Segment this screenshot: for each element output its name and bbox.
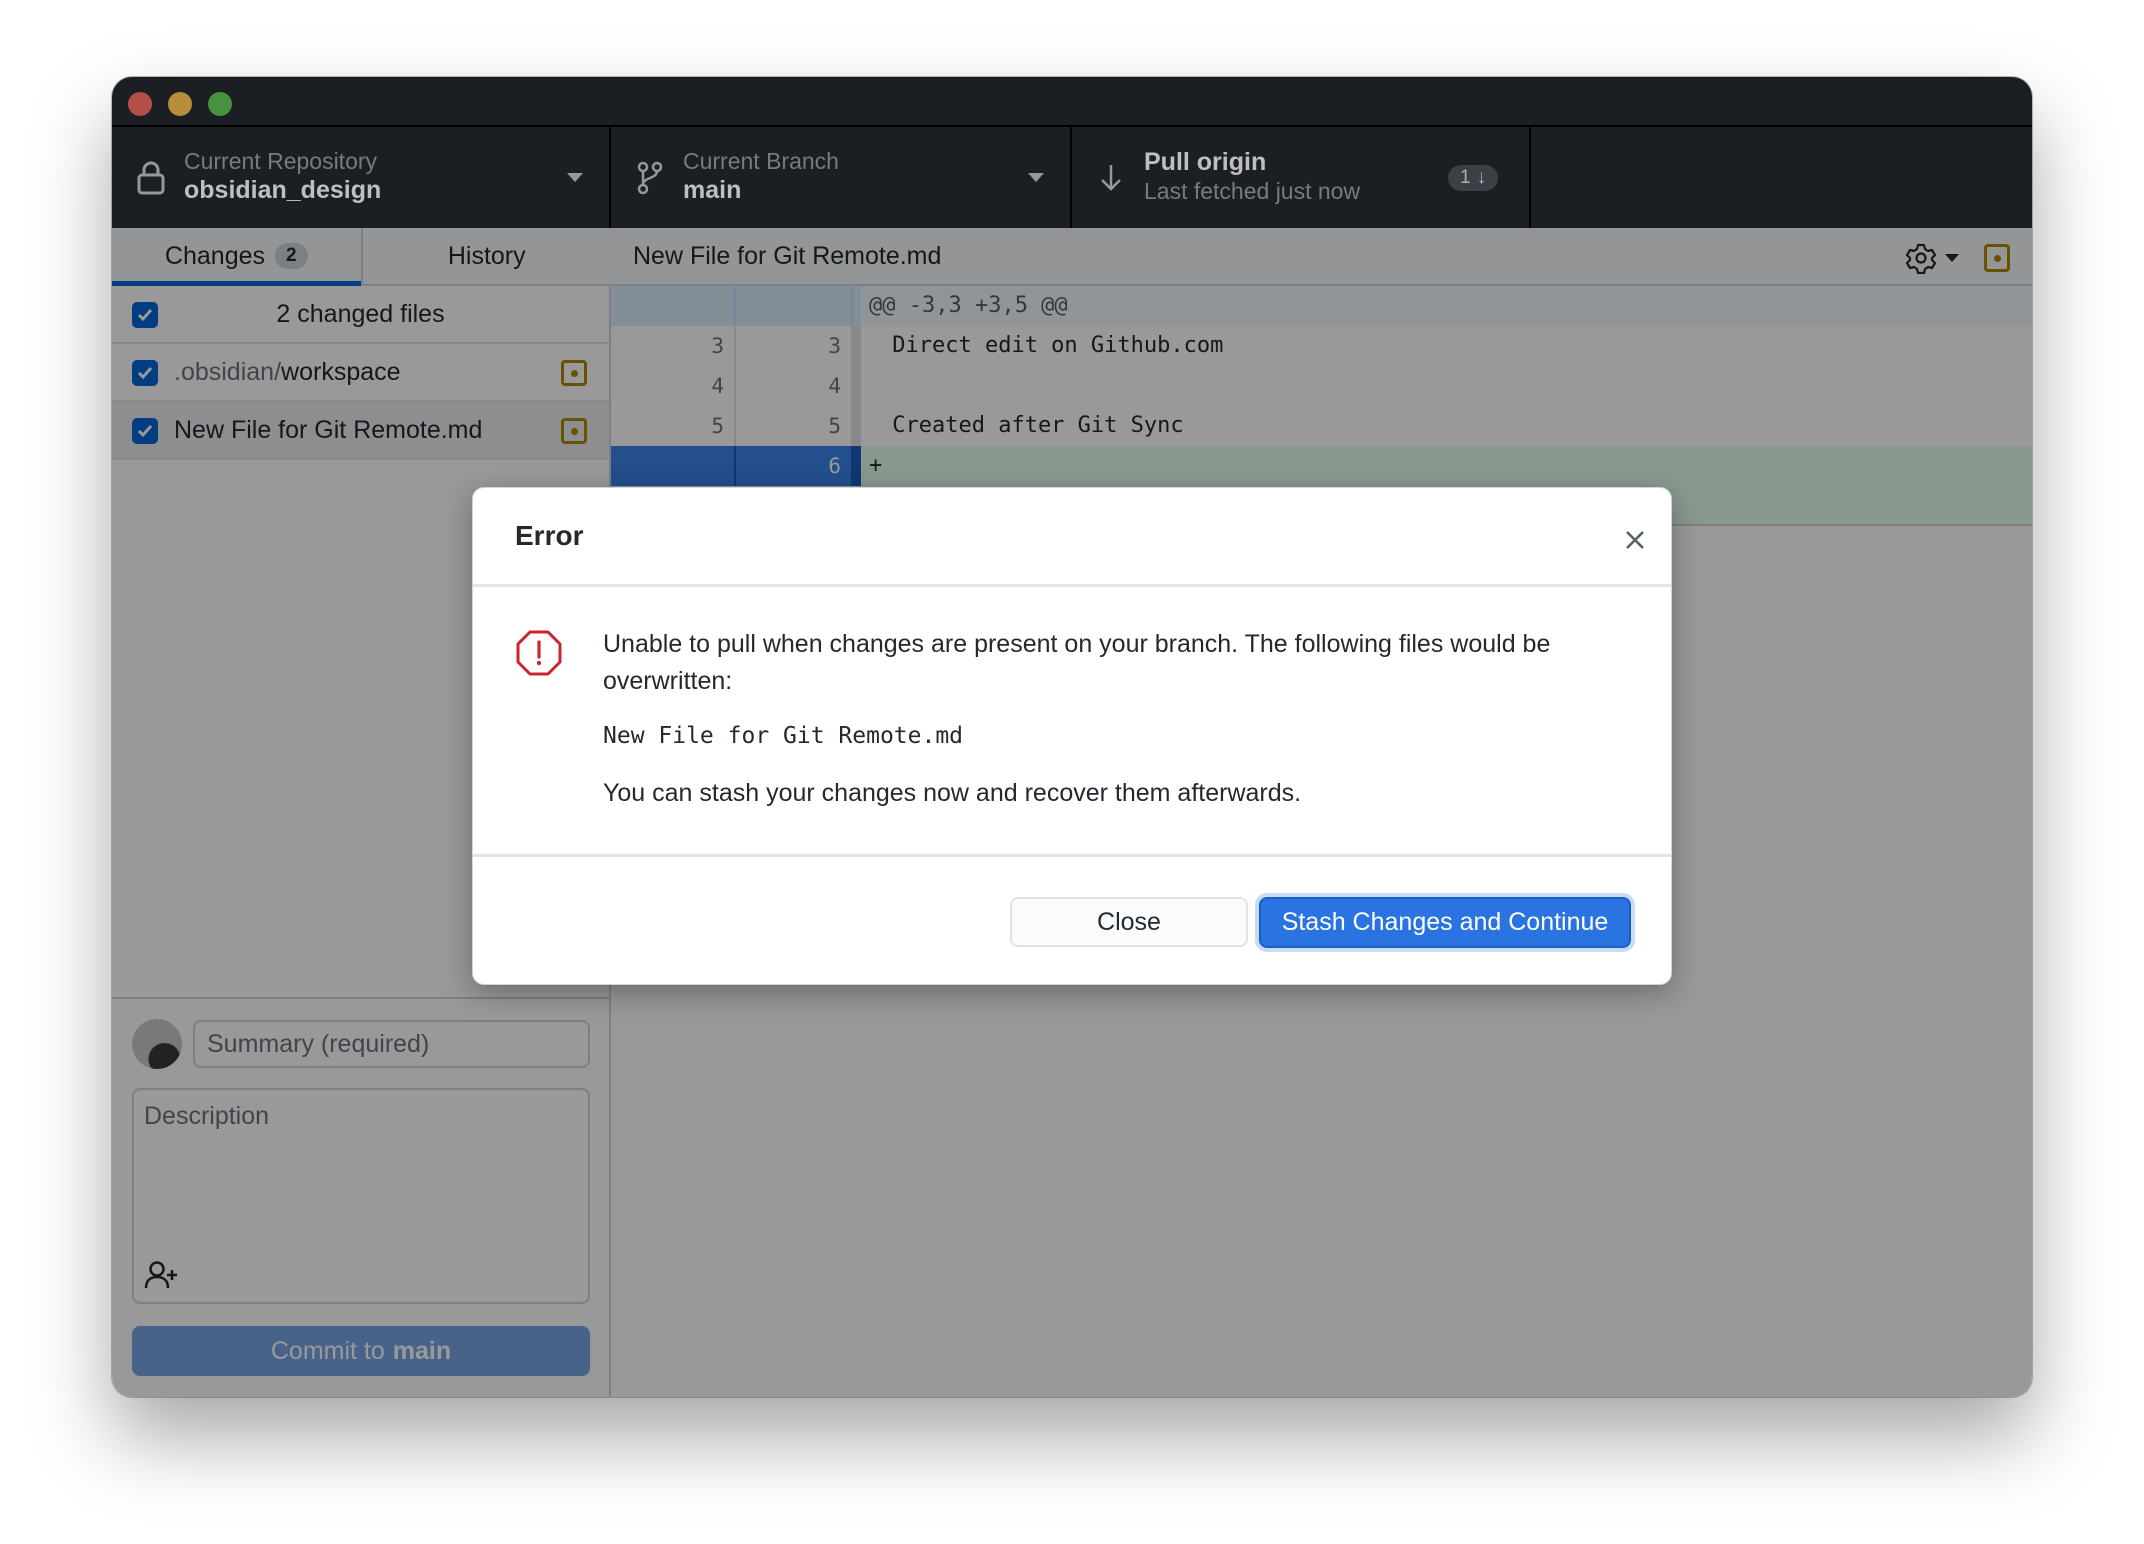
dialog-body: Unable to pull when changes are present … [473,590,1671,854]
dialog-hint: You can stash your changes now and recov… [603,779,1302,807]
dialog-header: Error [473,488,1671,587]
close-icon[interactable] [1623,528,1647,552]
stop-alert-icon [516,630,562,676]
conflicting-file-name: New File for Git Remote.md [603,723,964,749]
close-button[interactable]: Close [1010,897,1248,947]
dialog-message: Unable to pull when changes are present … [603,630,1551,695]
error-dialog: Error Unable to pull when changes are pr… [472,487,1672,985]
dialog-title: Error [515,520,584,551]
modal-backdrop-top [112,77,2032,228]
dialog-footer: Close Stash Changes and Continue [473,854,1671,986]
app-window: Current Repository obsidian_design Curre… [112,77,2032,1397]
stash-changes-button[interactable]: Stash Changes and Continue [1259,897,1631,948]
